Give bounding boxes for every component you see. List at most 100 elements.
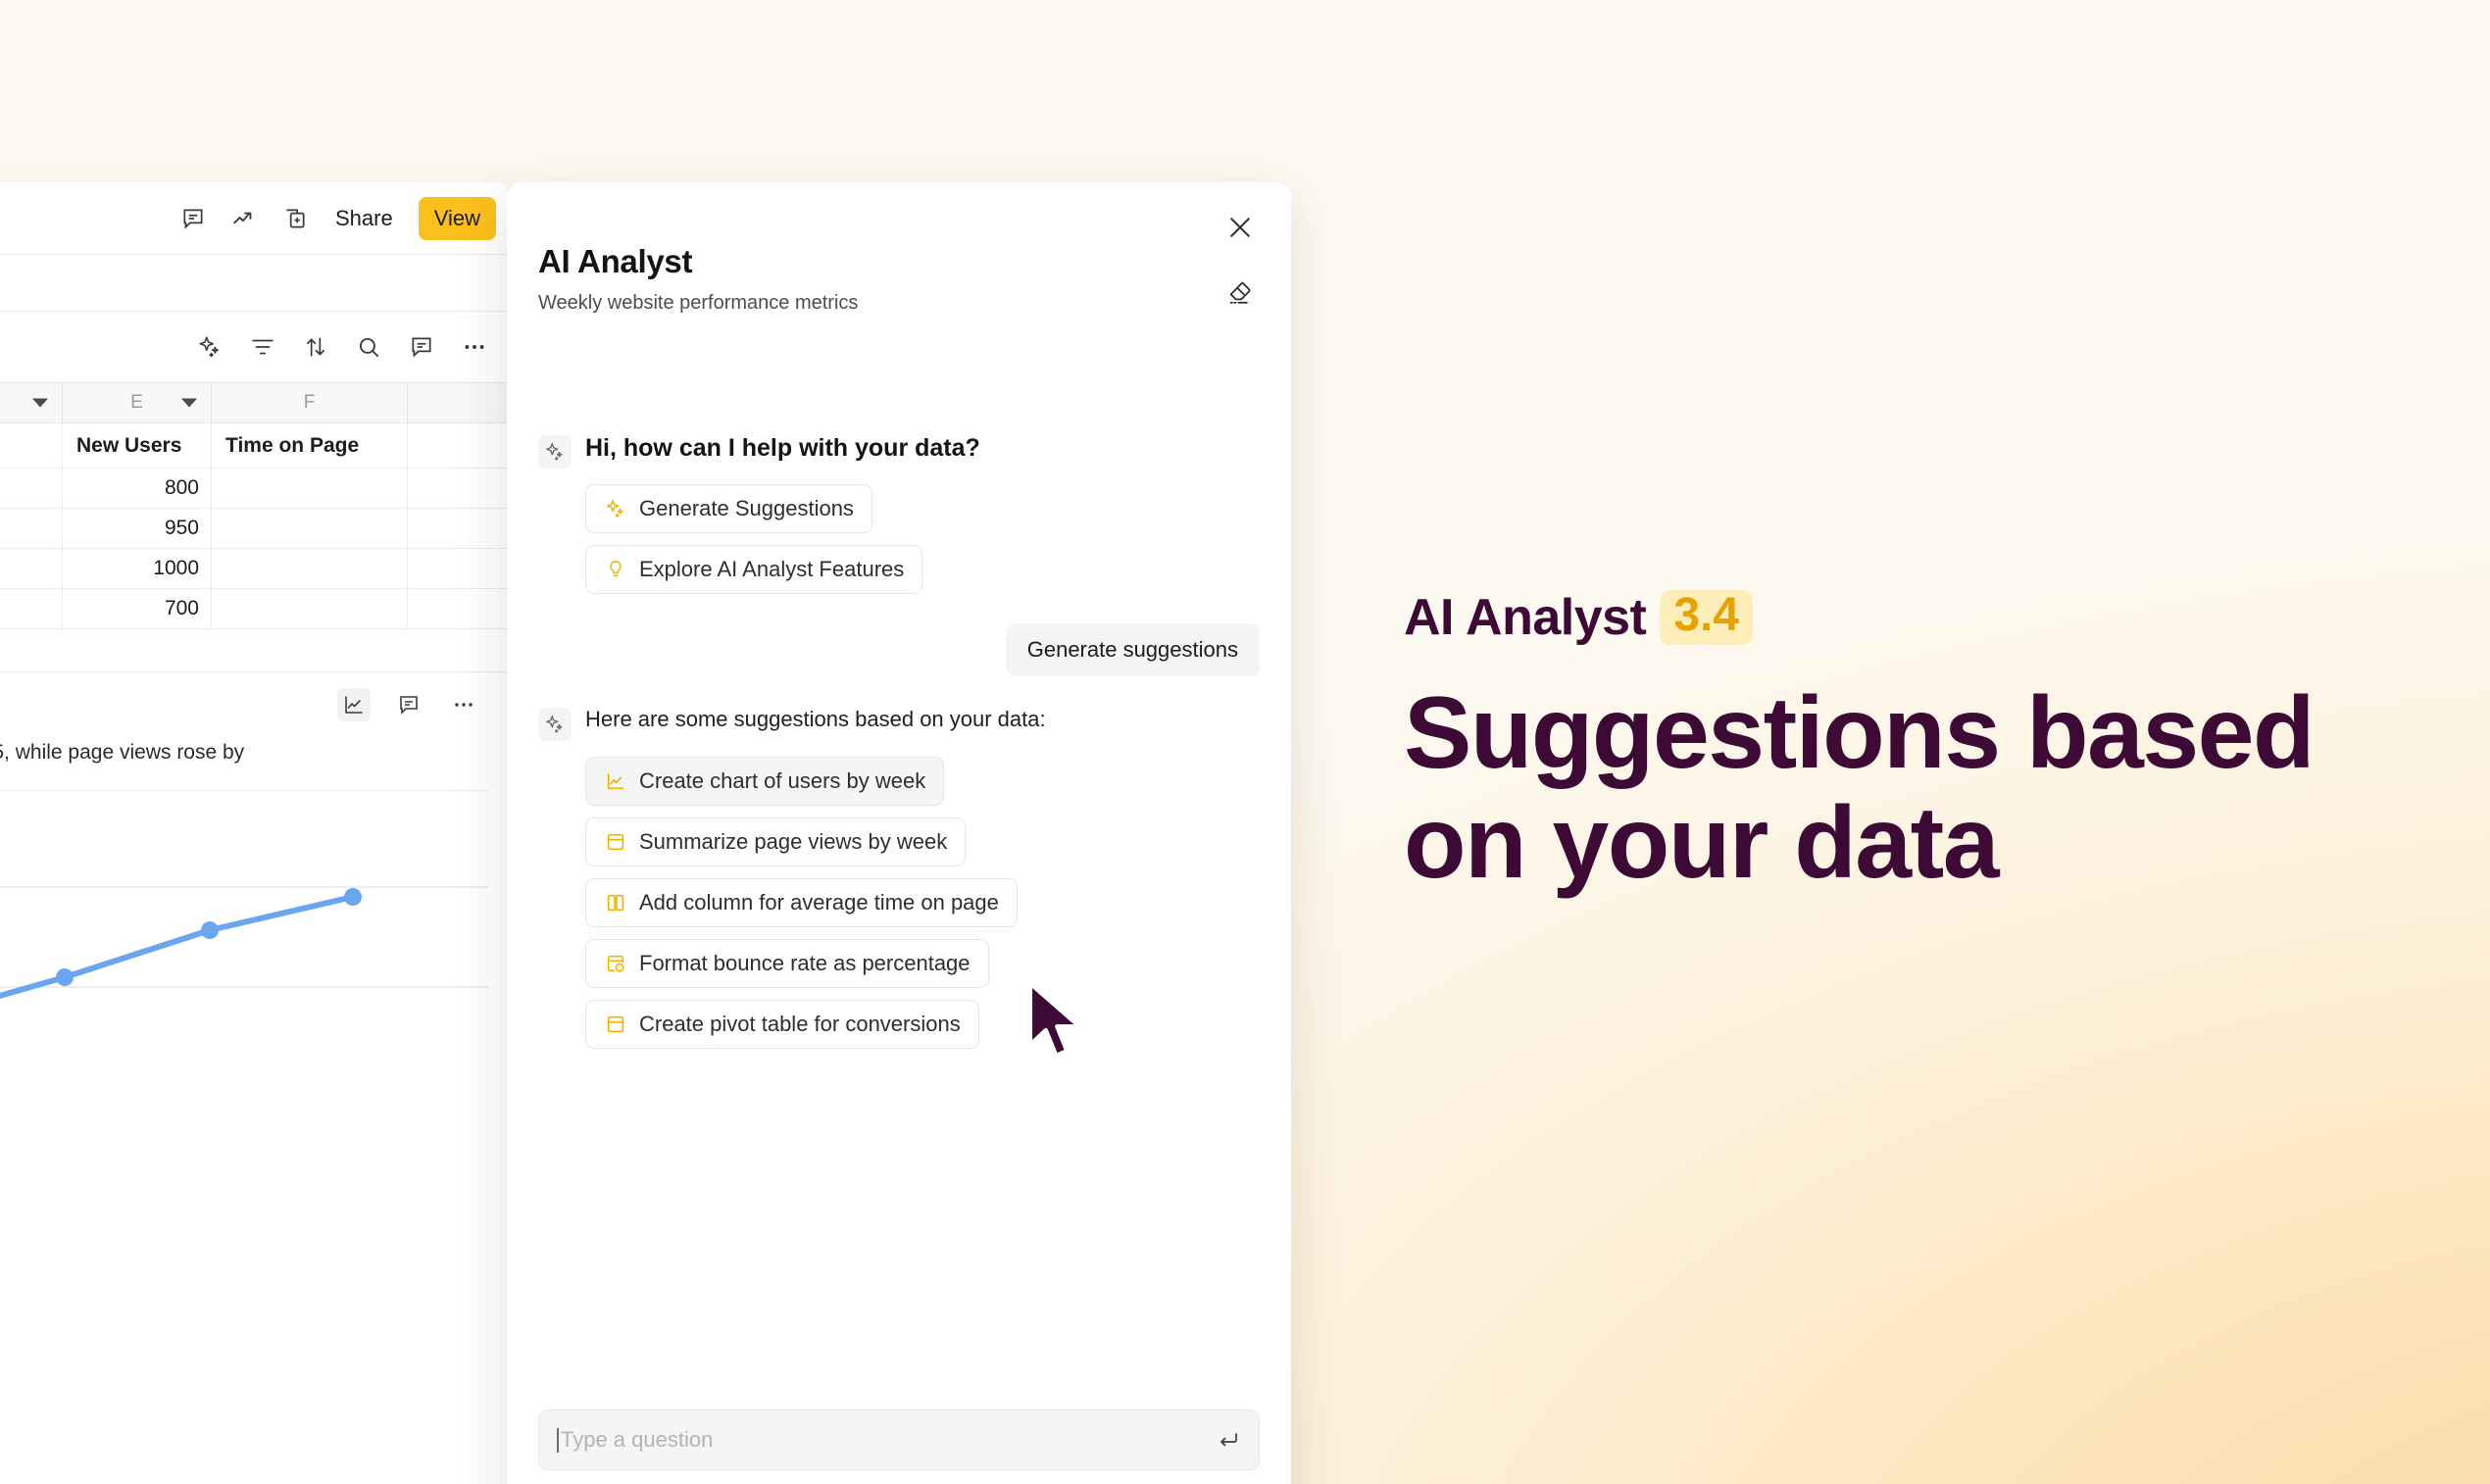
cell-time-on-page[interactable] bbox=[212, 549, 408, 588]
insight-action-row bbox=[0, 672, 510, 737]
chip-add-column-for-average-time-on-page[interactable]: Add column for average time on page bbox=[585, 878, 1018, 927]
share-button[interactable]: Share bbox=[331, 206, 397, 231]
mini-chart-svg bbox=[0, 886, 488, 999]
assistant-suggestions-text: Here are some suggestions based on your … bbox=[585, 707, 1046, 731]
cell-d[interactable] bbox=[0, 509, 63, 548]
suggestion-chip-list: Create chart of users by week Summarize … bbox=[538, 757, 1260, 1049]
spreadsheet-window: Share View E F New Users Time on Page 80… bbox=[0, 182, 510, 1484]
spreadsheet-formula-band bbox=[0, 255, 510, 312]
cell-d[interactable] bbox=[0, 469, 63, 508]
table-row[interactable]: 800 bbox=[0, 469, 510, 509]
chevron-down-icon[interactable] bbox=[181, 398, 197, 408]
question-input[interactable]: Type a question bbox=[538, 1410, 1260, 1470]
column-header-row: E F bbox=[0, 382, 510, 423]
chip-create-pivot-table-for-conversions[interactable]: Create pivot table for conversions bbox=[585, 1000, 979, 1049]
line-chart-icon[interactable] bbox=[337, 688, 371, 721]
format-paint-icon bbox=[604, 952, 627, 975]
enter-key-icon[interactable] bbox=[1216, 1427, 1241, 1453]
mini-line-chart bbox=[0, 791, 488, 1026]
data-point bbox=[201, 921, 219, 939]
close-icon[interactable] bbox=[1220, 208, 1260, 247]
cell-new-users[interactable]: 700 bbox=[63, 589, 212, 628]
sparkle-icon bbox=[538, 435, 572, 469]
assistant-greeting-row: Hi, how can I help with your data? bbox=[538, 433, 1260, 469]
column-header-d[interactable] bbox=[0, 383, 63, 422]
comment-icon[interactable] bbox=[178, 204, 208, 233]
cell-d[interactable] bbox=[0, 589, 63, 628]
eraser-icon[interactable] bbox=[1222, 274, 1258, 310]
cell-time-on-page[interactable] bbox=[212, 589, 408, 628]
header-cell-d bbox=[0, 423, 63, 468]
chip-label: Create pivot table for conversions bbox=[639, 1012, 961, 1036]
cell-new-users[interactable]: 950 bbox=[63, 509, 212, 548]
promo-version-badge: 3.4 bbox=[1660, 590, 1754, 645]
chart-series-users bbox=[0, 894, 356, 999]
comment-icon[interactable] bbox=[392, 688, 425, 721]
table-header-row: New Users Time on Page bbox=[0, 423, 510, 469]
page-title: AI Analyst bbox=[538, 243, 693, 279]
cell-new-users[interactable]: 800 bbox=[63, 469, 212, 508]
duplicate-icon[interactable] bbox=[280, 204, 310, 233]
cell-time-on-page[interactable] bbox=[212, 469, 408, 508]
lightbulb-icon bbox=[604, 558, 627, 581]
more-icon[interactable] bbox=[461, 333, 488, 361]
promo-headline-line2: on your data bbox=[1404, 786, 2000, 901]
cell-d[interactable] bbox=[0, 549, 63, 588]
sparkle-icon bbox=[604, 497, 627, 520]
promo-kicker: AI Analyst 3.4 bbox=[1404, 588, 2443, 647]
chip-summarize-page-views-by-week[interactable]: Summarize page views by week bbox=[585, 817, 967, 866]
column-header-f[interactable]: F bbox=[212, 383, 408, 422]
table-row[interactable]: 1000 bbox=[0, 549, 510, 589]
line-chart-icon bbox=[604, 769, 627, 793]
chevron-down-icon[interactable] bbox=[32, 398, 48, 408]
cell-new-users[interactable]: 1000 bbox=[63, 549, 212, 588]
grid-spacer bbox=[0, 629, 510, 672]
chip-label: Generate Suggestions bbox=[639, 496, 854, 520]
text-caret bbox=[557, 1427, 559, 1453]
chip-format-bounce-rate-as-percentage[interactable]: Format bounce rate as percentage bbox=[585, 939, 989, 988]
user-message: Generate suggestions bbox=[1005, 623, 1260, 676]
column-letter-f: F bbox=[303, 392, 316, 413]
trend-up-icon[interactable] bbox=[229, 204, 259, 233]
column-header-e[interactable]: E bbox=[63, 383, 212, 422]
chip-generate-suggestions[interactable]: Generate Suggestions bbox=[585, 484, 872, 533]
chip-create-chart-of-users-by-week[interactable]: Create chart of users by week bbox=[585, 757, 945, 806]
columns-icon bbox=[604, 891, 627, 915]
more-icon[interactable] bbox=[447, 688, 480, 721]
user-message-row: Generate suggestions bbox=[538, 623, 1260, 676]
header-cell-new-users: New Users bbox=[63, 423, 212, 468]
data-point bbox=[56, 968, 74, 986]
assistant-suggestions-row: Here are some suggestions based on your … bbox=[538, 706, 1260, 741]
question-placeholder: Type a question bbox=[561, 1427, 714, 1452]
cell-time-on-page[interactable] bbox=[212, 509, 408, 548]
greeting-chip-list: Generate Suggestions Explore AI Analyst … bbox=[538, 484, 1260, 594]
comment-icon[interactable] bbox=[408, 333, 435, 361]
table-row[interactable]: 700 bbox=[0, 589, 510, 629]
assistant-greeting-text: Hi, how can I help with your data? bbox=[585, 434, 980, 462]
page-root: Share View E F New Users Time on Page 80… bbox=[0, 0, 2490, 1484]
spreadsheet-toolbar: Share View bbox=[0, 182, 510, 255]
table-icon bbox=[604, 830, 627, 854]
chip-label: Summarize page views by week bbox=[639, 829, 948, 854]
promo-block: AI Analyst 3.4 Suggestions based on your… bbox=[1404, 588, 2443, 899]
promo-brand: AI Analyst bbox=[1404, 589, 1647, 646]
sparkle-icon[interactable] bbox=[196, 333, 224, 361]
spreadsheet-action-row bbox=[0, 312, 510, 382]
promo-headline-line1: Suggestions based bbox=[1404, 676, 2316, 790]
search-icon[interactable] bbox=[355, 333, 382, 361]
chip-label: Explore AI Analyst Features bbox=[639, 557, 905, 581]
filter-icon[interactable] bbox=[249, 333, 276, 361]
header-cell-time-on-page: Time on Page bbox=[212, 423, 408, 468]
table-row[interactable]: 950 bbox=[0, 509, 510, 549]
column-letter-e: E bbox=[130, 392, 143, 413]
chip-explore-features[interactable]: Explore AI Analyst Features bbox=[585, 545, 923, 594]
chat-thread: Hi, how can I help with your data? Gener… bbox=[507, 378, 1291, 1408]
ai-analyst-panel: AI Analyst Weekly website performance me… bbox=[507, 182, 1291, 1484]
panel-subtitle: Weekly website performance metrics bbox=[538, 292, 859, 314]
chip-label: Create chart of users by week bbox=[639, 768, 926, 793]
table-icon bbox=[604, 1013, 627, 1036]
insight-text: 24-02-15, while page views rose by bbox=[0, 741, 245, 764]
data-point bbox=[344, 888, 362, 906]
sort-icon[interactable] bbox=[302, 333, 329, 361]
view-button[interactable]: View bbox=[418, 196, 496, 240]
